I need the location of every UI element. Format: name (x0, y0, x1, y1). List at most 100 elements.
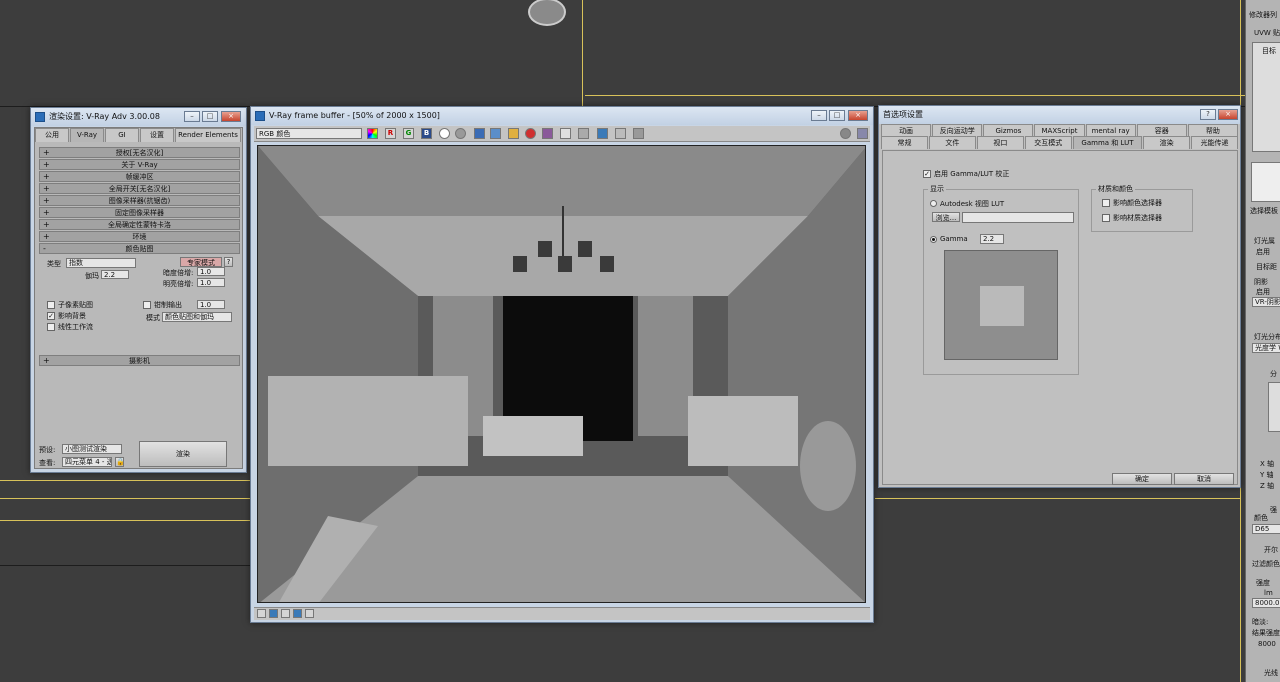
tab-animation[interactable]: 动画 (881, 124, 932, 136)
tab-common[interactable]: 公用 (35, 128, 69, 142)
tab-containers[interactable]: 容器 (1136, 124, 1187, 136)
tab-vray[interactable]: V-Ray (70, 128, 104, 142)
light-dist-dropdown[interactable]: 光度学 W (1252, 343, 1280, 353)
preferences-titlebar[interactable]: 首选项设置 ? × (879, 106, 1240, 124)
lock-view-icon[interactable]: 🔒 (115, 457, 124, 467)
history-icon[interactable] (633, 128, 644, 139)
track-mouse-icon[interactable] (560, 128, 571, 139)
frame-buffer-titlebar[interactable]: V-Ray frame buffer - [50% of 2000 x 1500… (251, 107, 873, 125)
eye-icon[interactable] (857, 128, 868, 139)
tab-rendering[interactable]: 渲染 (1143, 136, 1191, 149)
rollout-global-switches[interactable]: + 全局开关[无名汉化] (39, 183, 240, 194)
red-channel-button[interactable]: R (385, 128, 396, 139)
status-icon-5[interactable] (305, 609, 314, 618)
status-icon-1[interactable] (257, 609, 266, 618)
browse-button[interactable]: 浏览... (932, 212, 960, 222)
compare-icon[interactable] (615, 128, 626, 139)
tab-help[interactable]: 帮助 (1187, 124, 1238, 136)
blue-channel-button[interactable]: B (421, 128, 432, 139)
rollout-fixed-sampler[interactable]: + 固定图像采样器 (39, 207, 240, 218)
type-dropdown[interactable]: 指数 (66, 258, 136, 268)
rollout-environment[interactable]: + 环境 (39, 231, 240, 242)
view-dropdown[interactable]: 四元菜单 4 - 透 (62, 457, 112, 467)
tab-viewports[interactable]: 视口 (976, 136, 1024, 149)
render-setup-titlebar[interactable]: 渲染设置: V-Ray Adv 3.00.08 – □ × (31, 108, 246, 126)
intensity-input[interactable]: 8000.0 (1252, 598, 1280, 608)
tab-settings[interactable]: 设置 (140, 128, 174, 142)
affect-color-checkbox[interactable] (1102, 199, 1110, 207)
subpixel-checkbox[interactable] (47, 301, 55, 309)
tab-render-elements[interactable]: Render Elements (175, 128, 241, 142)
enable-gamma-checkbox[interactable]: ✓ (923, 170, 931, 178)
rollout-license[interactable]: + 授权[无名汉化] (39, 147, 240, 158)
help-icon[interactable]: ? (1200, 109, 1216, 120)
modifier-stack[interactable] (1252, 42, 1280, 152)
tab-files[interactable]: 文件 (928, 136, 976, 149)
close-button[interactable]: × (1218, 109, 1238, 120)
rollout-image-sampler[interactable]: + 图像采样器(抗锯齿) (39, 195, 240, 206)
autodesk-lut-radio[interactable] (930, 200, 937, 207)
minimize-button[interactable]: – (184, 111, 200, 122)
stop-icon[interactable] (525, 128, 536, 139)
cancel-button[interactable]: 取消 (1174, 473, 1234, 485)
ok-button[interactable]: 确定 (1112, 473, 1172, 485)
clamp-input[interactable]: 1.0 (197, 300, 225, 309)
color-wheel-icon[interactable] (367, 128, 378, 139)
duplicate-icon[interactable] (490, 128, 501, 139)
affect-bg-checkbox[interactable]: ✓ (47, 312, 55, 320)
white-icon[interactable] (439, 128, 450, 139)
viewcube-icon[interactable] (528, 0, 566, 26)
vray-frame-buffer-window[interactable]: V-Ray frame buffer - [50% of 2000 x 1500… (250, 106, 874, 623)
lut-path-input[interactable] (962, 212, 1074, 223)
maximize-button[interactable]: □ (202, 111, 218, 122)
open-folder-icon[interactable] (508, 128, 519, 139)
rollout-about[interactable]: + 关于 V-Ray (39, 159, 240, 170)
rollout-framebuffer[interactable]: + 帧缓冲区 (39, 171, 240, 182)
gamma-radio[interactable] (930, 236, 937, 243)
render-setup-window[interactable]: 渲染设置: V-Ray Adv 3.00.08 – □ × 公用 V-Ray G… (30, 107, 247, 473)
channel-dropdown[interactable]: RGB 颜色 (256, 128, 362, 139)
tab-mental-ray[interactable]: mental ray (1085, 124, 1136, 136)
green-channel-button[interactable]: G (403, 128, 414, 139)
minimize-button[interactable]: – (811, 110, 827, 121)
lens-icon[interactable] (597, 128, 608, 139)
tab-general[interactable]: 常规 (881, 136, 928, 149)
rollout-dmc[interactable]: + 全局确定性蒙特卡洛 (39, 219, 240, 230)
intensity-rollout[interactable]: 强 (1270, 505, 1277, 515)
tab-gizmos[interactable]: Gizmos (983, 124, 1034, 136)
clamp-checkbox[interactable] (143, 301, 151, 309)
preset-dropdown[interactable]: 小图测试渲染 (62, 444, 122, 454)
color-preset-dropdown[interactable]: D65 (1252, 524, 1280, 534)
status-icon-2[interactable] (269, 609, 278, 618)
maximize-button[interactable]: □ (829, 110, 845, 121)
settings-icon[interactable] (840, 128, 851, 139)
dist-rollout[interactable]: 分 (1270, 369, 1277, 379)
rollout-color-mapping[interactable]: - 颜色贴图 (39, 243, 240, 254)
preferences-window[interactable]: 首选项设置 ? × 动画 反向运动学 Gizmos MAXScript ment… (878, 105, 1241, 488)
render-button[interactable]: 渲染 (139, 441, 227, 467)
linear-workflow-checkbox[interactable] (47, 323, 55, 331)
status-icon-4[interactable] (293, 609, 302, 618)
render-image[interactable] (257, 145, 866, 603)
bright-mult-input[interactable]: 1.0 (197, 278, 225, 287)
tab-gi[interactable]: GI (105, 128, 139, 142)
close-button[interactable]: × (848, 110, 868, 121)
mono-icon[interactable] (455, 128, 466, 139)
dark-mult-input[interactable]: 1.0 (197, 267, 225, 276)
mode-dropdown[interactable]: 颜色贴图和伽玛 (162, 312, 232, 322)
modifier-list[interactable]: 修改器列 (1249, 10, 1277, 20)
teapot-icon[interactable] (578, 128, 589, 139)
tab-gamma-lut[interactable]: Gamma 和 LUT (1072, 136, 1143, 149)
rollout-camera[interactable]: + 摄影机 (39, 355, 240, 366)
tab-maxscript[interactable]: MAXScript (1034, 124, 1085, 136)
gamma-input[interactable]: 2.2 (101, 270, 129, 279)
help-button[interactable]: ? (224, 257, 233, 267)
expert-mode-button[interactable]: 专家模式 (180, 257, 222, 267)
region-icon[interactable] (542, 128, 553, 139)
save-icon[interactable] (474, 128, 485, 139)
tab-ik[interactable]: 反向运动学 (932, 124, 983, 136)
tab-interaction[interactable]: 交互模式 (1024, 136, 1072, 149)
close-button[interactable]: × (221, 111, 241, 122)
status-icon-3[interactable] (281, 609, 290, 618)
gamma-input[interactable]: 2.2 (980, 234, 1004, 244)
